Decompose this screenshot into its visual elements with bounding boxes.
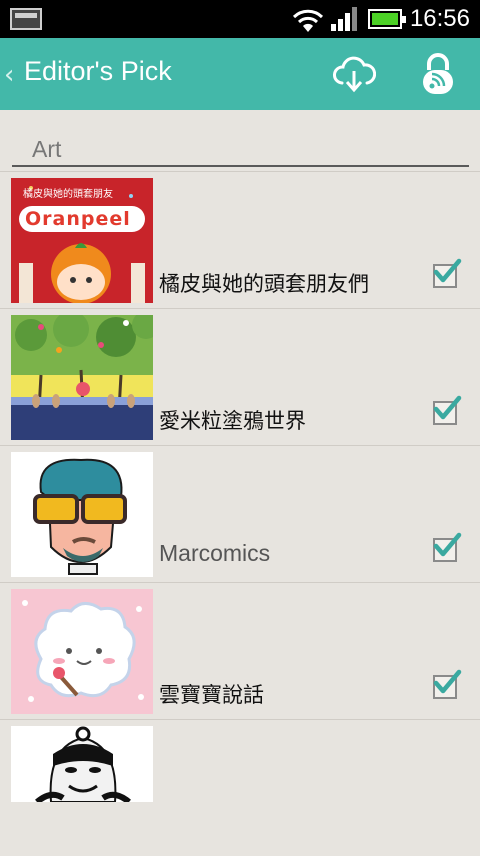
signal-icon	[331, 7, 357, 31]
item-thumbnail[interactable]: 橘皮與她的頭套朋友 Oranpeel	[11, 178, 153, 303]
item-thumbnail[interactable]	[11, 589, 153, 714]
cloud-download-icon[interactable]	[332, 55, 376, 95]
battery-icon	[368, 9, 406, 29]
back-chevron-icon[interactable]: ‹	[4, 60, 14, 90]
list-item[interactable]: 愛米粒塗鴉世界	[0, 308, 480, 445]
page-title[interactable]: Editor's Pick	[24, 56, 172, 87]
item-thumbnail[interactable]	[11, 452, 153, 577]
screenshot-notification-icon	[10, 8, 42, 30]
cloud-baby-cover-art	[11, 589, 153, 714]
masked-man-cover-art	[11, 726, 153, 802]
checkmark-icon	[433, 258, 462, 283]
status-time: 16:56	[409, 5, 470, 32]
list-item[interactable]	[0, 719, 480, 856]
lock-rss-icon[interactable]	[420, 52, 456, 96]
checkmark-icon	[433, 532, 462, 557]
item-thumbnail[interactable]	[11, 726, 153, 802]
section-header-art: Art	[32, 136, 62, 162]
amily-cover-art	[11, 315, 153, 440]
action-bar: ‹ Editor's Pick	[0, 38, 480, 110]
item-title[interactable]: Marcomics	[159, 540, 270, 567]
list-item[interactable]: Marcomics	[0, 445, 480, 582]
status-bar: 16:56	[0, 0, 480, 38]
item-title[interactable]: 愛米粒塗鴉世界	[159, 405, 306, 435]
item-thumbnail[interactable]	[11, 315, 153, 440]
marcomics-cover-art	[11, 452, 153, 577]
thumb-caption: 橘皮與她的頭套朋友	[23, 189, 113, 200]
section-divider	[12, 165, 469, 167]
item-title[interactable]: 雲寶寶說話	[159, 679, 264, 709]
checkmark-icon	[433, 395, 462, 420]
thumb-logo: Oranpeel	[25, 208, 131, 230]
wifi-icon	[292, 9, 324, 32]
checkmark-icon	[433, 669, 462, 694]
list-item[interactable]: 橘皮與她的頭套朋友 Oranpeel 橘皮與她的頭套朋友們	[0, 171, 480, 308]
list-item[interactable]: 雲寶寶說話	[0, 582, 480, 719]
item-title[interactable]: 橘皮與她的頭套朋友們	[159, 268, 369, 298]
editors-pick-list: 橘皮與她的頭套朋友 Oranpeel 橘皮與她的頭套朋友們 愛米粒塗鴉世界 Ma…	[0, 171, 480, 856]
